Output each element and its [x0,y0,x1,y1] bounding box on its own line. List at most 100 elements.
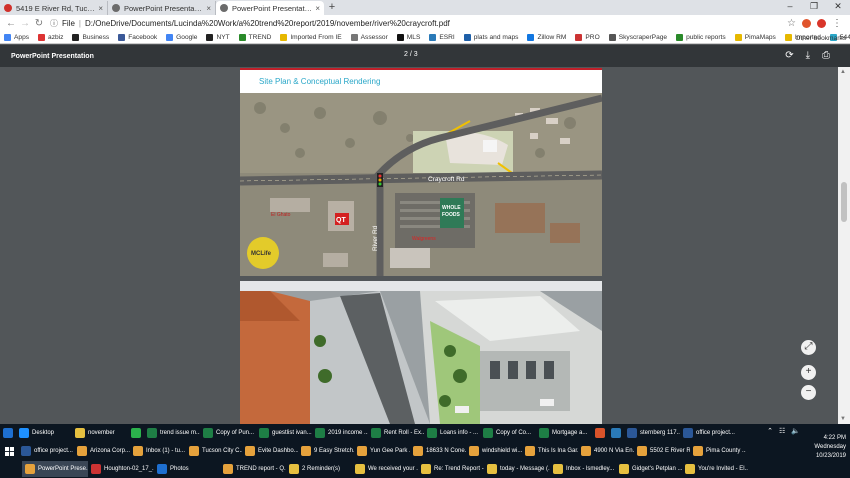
taskbar-item[interactable]: office project... [680,425,736,441]
taskbar-item[interactable] [128,425,144,441]
toolbar-extensions: ☆ ⋮ [787,18,842,29]
taskbar-item[interactable]: Copy of Co... [480,425,536,441]
taskbar-item[interactable]: Rent Roll - Ex... [368,425,424,441]
taskbar-item[interactable]: 2 Reminder(s) [286,461,352,477]
forward-arrow-icon[interactable]: → [18,18,32,29]
taskbar-item[interactable] [0,425,16,441]
taskbar-item[interactable]: 9 Easy Stretch... [298,443,354,459]
bookmark-item[interactable]: TREND [238,34,271,41]
bookmark-item[interactable]: Apps [4,34,29,41]
bookmark-item[interactable]: Business [72,34,109,41]
aerial-site-map: El Ghato QT WHOLE FOODS Walgreens Craycr… [240,93,602,276]
info-icon[interactable]: ⓘ [50,18,58,29]
bookmark-item[interactable]: PRO [575,34,600,41]
tab-river-rd[interactable]: 5419 E River Rd, Tucson, AZ, 857... × [0,1,108,15]
taskbar-item[interactable]: windshield wi... [466,443,522,459]
taskbar-item[interactable]: today - Message (... [484,461,550,477]
taskbar-item[interactable]: Evite Dashbo... [242,443,298,459]
bookmark-item[interactable]: Zillow RM [527,34,566,41]
taskbar-item[interactable]: november [72,425,128,441]
bookmark-item[interactable]: PimaMaps [734,34,776,41]
taskbar-item[interactable]: Houghton-02_17_... [88,461,154,477]
back-arrow-icon[interactable]: ← [4,18,18,29]
taskbar-item[interactable]: 18633 N Cone... [410,443,466,459]
fit-to-page-button[interactable]: ⤢ [801,340,816,355]
address-bar[interactable]: ⓘ File | D:/OneDrive/Documents/Lucinda%2… [50,17,787,30]
other-bookmarks[interactable]: Other bookmarks [795,32,846,43]
taskbar-item[interactable]: Photos [154,461,220,477]
bookmark-item[interactable]: public reports [676,34,726,41]
taskbar-item[interactable]: Arizona Corp... [74,443,130,459]
bookmark-label: Google [176,34,198,41]
tab-powerpoint-1[interactable]: PowerPoint Presentation × [108,1,216,15]
taskbar-item[interactable]: We received your ... [352,461,418,477]
print-icon[interactable]: ⎙ [822,50,830,61]
bookmark-item[interactable]: SkyscraperPage [608,34,667,41]
zoom-out-button[interactable]: − [801,385,816,400]
extension-icon[interactable] [817,19,826,28]
taskbar-item[interactable]: trend issue m... [144,425,200,441]
taskbar-item[interactable]: 5502 E River R... [634,443,690,459]
taskbar-item[interactable]: Re: Trend Report -... [418,461,484,477]
tab-close-icon[interactable]: × [98,4,103,13]
app-icon [581,446,591,456]
bookmark-item[interactable]: MLS [396,34,420,41]
taskbar-item[interactable]: Inbox - lsmedley... [550,461,616,477]
new-tab-button[interactable]: + [324,1,340,15]
taskbar-item-label: trend issue m... [160,430,200,436]
taskbar-item[interactable]: office project... [18,443,74,459]
bookmark-star-icon[interactable]: ☆ [787,18,796,29]
extension-icon[interactable] [802,19,811,28]
bookmark-item[interactable]: ESRI [429,34,455,41]
taskbar-item[interactable]: Copy of Pun... [200,425,256,441]
taskbar-item[interactable]: Desktop [16,425,72,441]
scrollbar-thumb[interactable] [841,182,847,222]
tab-powerpoint-2[interactable]: PowerPoint Presentation × [216,1,324,15]
bookmark-item[interactable]: azbiz [38,34,63,41]
taskbar-item[interactable]: 2019 income ... [312,425,368,441]
taskbar-item[interactable]: Inbox (1) - tu... [130,443,186,459]
bookmark-item[interactable]: Assessor [350,34,388,41]
scroll-up-icon[interactable]: ▲ [840,69,846,75]
taskbar-item[interactable]: guestlist ivan... [256,425,312,441]
taskbar-item[interactable]: 4900 N Via En... [578,443,634,459]
pdf-page [240,281,602,424]
bookmark-item[interactable]: Google [166,34,197,41]
taskbar-item-label: TREND report - Q... [236,466,286,472]
taskbar-item[interactable]: Mortgage a... [536,425,592,441]
minimize-icon[interactable]: – [778,0,802,14]
reload-icon[interactable]: ↻ [32,18,46,29]
clock[interactable]: 4:22 PM Wednesday 10/23/2019 [766,434,846,461]
pdf-viewer[interactable]: Site Plan & Conceptual Rendering El Ghat… [0,67,838,424]
bookmark-item[interactable]: NYT [206,34,230,41]
rotate-icon[interactable]: ⟳ [785,50,793,61]
taskbar-item[interactable]: Pima County ... [690,443,746,459]
menu-kebab-icon[interactable]: ⋮ [832,18,842,29]
taskbar-item[interactable] [592,425,608,441]
taskbar-item[interactable]: sternberg 117... [624,425,680,441]
taskbar-item-label: Houghton-02_17_... [104,466,154,472]
taskbar-item[interactable]: Yun Gee Park ... [354,443,410,459]
taskbar-item[interactable]: Gidget's Petplan ... [616,461,682,477]
taskbar-item[interactable]: PowerPoint Prese... [22,461,88,477]
scroll-down-icon[interactable]: ▼ [840,416,846,422]
tab-close-icon[interactable]: × [206,4,211,13]
taskbar-item[interactable] [608,425,624,441]
download-icon[interactable]: ⤓ [806,50,810,61]
tab-close-icon[interactable]: × [315,4,320,13]
taskbar-item-label: Tucson City C... [202,448,242,454]
taskbar-item[interactable]: This Is Ina Gar... [522,443,578,459]
app-icon [357,446,367,456]
vertical-scrollbar[interactable]: ▲ ▼ [838,67,850,424]
windows-start-icon[interactable] [5,447,14,456]
taskbar-item[interactable]: Tucson City C... [186,443,242,459]
close-window-icon[interactable]: ✕ [826,0,850,14]
bookmark-item[interactable]: Facebook [118,34,157,41]
maximize-icon[interactable]: ❐ [802,0,826,14]
taskbar-item[interactable]: TREND report - Q... [220,461,286,477]
bookmark-item[interactable]: plats and maps [463,34,518,41]
taskbar-item[interactable]: You're Invited - El... [682,461,748,477]
zoom-in-button[interactable]: + [801,365,816,380]
bookmark-item[interactable]: Imported From IE [280,34,342,41]
taskbar-item[interactable]: Loans info - ... [424,425,480,441]
